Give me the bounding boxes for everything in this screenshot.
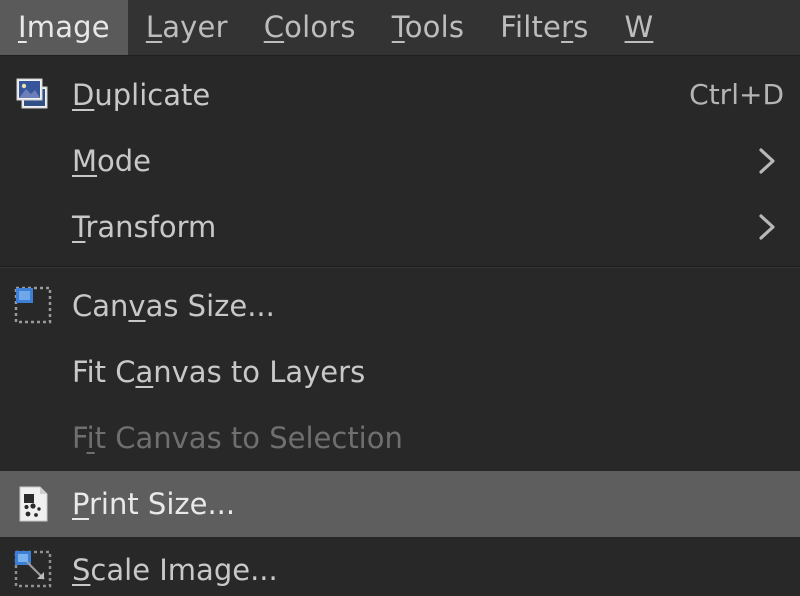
menu-item-icon-empty <box>6 137 62 185</box>
menu-item-label: Transform <box>72 209 217 244</box>
menubar-item-filters[interactable]: Filters <box>482 0 606 55</box>
menubar-item-image[interactable]: Image <box>0 0 128 55</box>
image-menu-popup: Duplicate Ctrl+D Mode Transform Canvas Size.… <box>0 56 800 596</box>
menu-item-duplicate[interactable]: Duplicate Ctrl+D <box>0 62 800 128</box>
menu-item-icon-empty <box>6 348 62 396</box>
print-size-icon <box>6 480 62 528</box>
menubar-item-label: Layer <box>145 10 228 44</box>
menubar-item-layer[interactable]: Layer <box>128 0 246 55</box>
scale-image-icon <box>6 546 62 594</box>
duplicate-image-icon <box>6 71 62 119</box>
menubar-item-colors[interactable]: Colors <box>246 0 374 55</box>
menubar: Image Layer Colors Tools Filters W <box>0 0 800 56</box>
menu-item-label: Canvas Size... <box>72 288 275 323</box>
menu-item-label: Scale Image... <box>72 552 278 587</box>
menu-item-icon-empty <box>6 203 62 251</box>
menu-item-label: Duplicate <box>72 77 211 112</box>
menu-item-scale-image[interactable]: Scale Image... <box>0 537 800 596</box>
menubar-item-label: Image <box>18 10 110 44</box>
menu-item-transform[interactable]: Transform <box>0 194 800 260</box>
menu-item-canvas-size[interactable]: Canvas Size... <box>0 273 800 339</box>
canvas-size-icon <box>6 282 62 330</box>
menubar-item-label: W <box>624 10 654 44</box>
menu-item-label: Fit Canvas to Selection <box>72 420 403 455</box>
menubar-item-label: Filters <box>500 10 589 44</box>
menubar-item-w[interactable]: W <box>607 0 672 55</box>
menu-item-fit-canvas-to-layers[interactable]: Fit Canvas to Layers <box>0 339 800 405</box>
chevron-right-icon <box>750 210 784 244</box>
menubar-item-label: Colors <box>263 10 356 44</box>
menu-item-print-size[interactable]: Print Size... <box>0 471 800 537</box>
menu-item-label: Mode <box>72 143 152 178</box>
menu-separator <box>0 266 800 268</box>
menu-item-label: Fit Canvas to Layers <box>72 354 366 389</box>
menu-item-icon-empty <box>6 414 62 462</box>
menubar-item-label: Tools <box>391 10 465 44</box>
menu-item-mode[interactable]: Mode <box>0 128 800 194</box>
chevron-right-icon <box>750 144 784 178</box>
menu-item-accelerator: Ctrl+D <box>689 78 784 111</box>
menu-item-label: Print Size... <box>72 486 236 521</box>
menu-item-fit-canvas-to-selection: Fit Canvas to Selection <box>0 405 800 471</box>
menubar-item-tools[interactable]: Tools <box>374 0 482 55</box>
